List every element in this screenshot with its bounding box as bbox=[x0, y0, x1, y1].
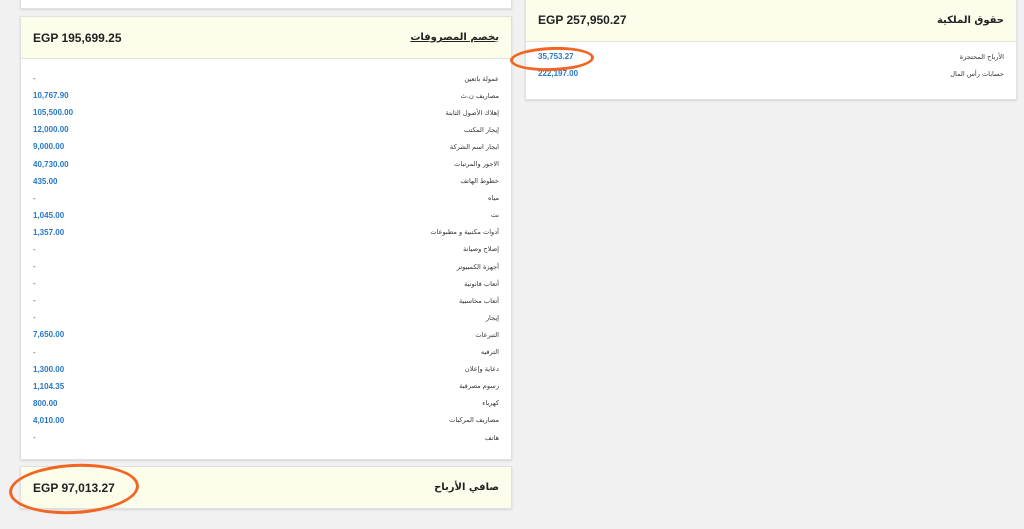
expense-row: - عمولة باتعين bbox=[21, 70, 511, 87]
expense-label: رسوم مصرفية bbox=[459, 382, 499, 391]
expenses-list: - عمولة باتعين 10,767.90 مصاريف ن.ث 105,500.… bbox=[21, 59, 511, 446]
equity-label: حسابات رأس المال bbox=[950, 69, 1004, 78]
expense-amount: - bbox=[33, 193, 36, 203]
equity-title: حقوق الملكية bbox=[936, 14, 1004, 26]
equity-amount-link[interactable]: 222,197.00 bbox=[538, 69, 578, 78]
expense-label: هاتف bbox=[484, 433, 499, 442]
expense-row: 800.00 كهرباء bbox=[21, 395, 511, 412]
equity-label: الأرباح المحتجزة bbox=[959, 52, 1004, 61]
expense-label: مياه bbox=[488, 194, 499, 203]
net-profit-title: صافي الأرباح bbox=[434, 482, 499, 493]
expense-row: 105,500.00 إهلاك الأصول الثابتة bbox=[21, 104, 511, 121]
expense-amount: - bbox=[33, 244, 36, 254]
equity-row: 222,197.00 حسابات رأس المال bbox=[526, 65, 1016, 82]
expense-amount: - bbox=[33, 347, 36, 357]
expense-row: 1,104.35 رسوم مصرفية bbox=[21, 378, 511, 395]
expense-amount: - bbox=[33, 313, 36, 323]
expense-label: الاجور والمرتبات bbox=[454, 160, 499, 169]
expense-amount-link[interactable]: 1,104.35 bbox=[33, 382, 64, 391]
expense-amount: - bbox=[33, 262, 36, 272]
equity-row: 35,753.27 الأرباح المحتجزة bbox=[526, 48, 1016, 65]
expense-row: - هاتف bbox=[21, 429, 511, 446]
equity-header: EGP 257,950.27 حقوق الملكية bbox=[526, 0, 1016, 42]
expense-row: 1,300.00 دعاية وإعلان bbox=[21, 361, 511, 378]
expense-row: 40,730.00 الاجور والمرتبات bbox=[21, 155, 511, 172]
expense-row: 10,767.90 مصاريف ن.ث bbox=[21, 87, 511, 104]
expense-row: - أتعاب قانونية bbox=[21, 275, 511, 292]
expenses-panel: EGP 195,699.25 يخصم المصروفات - عمولة بات… bbox=[20, 16, 512, 460]
expense-row: 435.00 خطوط الهاتف bbox=[21, 173, 511, 190]
expense-amount-link[interactable]: 1,045.00 bbox=[33, 211, 64, 220]
expense-label: إيجار bbox=[485, 313, 499, 322]
expense-row: 12,000.00 إيجار المكتب bbox=[21, 121, 511, 138]
expense-amount-link[interactable]: 1,357.00 bbox=[33, 228, 64, 237]
expenses-total: EGP 195,699.25 bbox=[33, 30, 122, 45]
expense-amount-link[interactable]: 435.00 bbox=[33, 177, 57, 186]
expense-row: - الترفيه bbox=[21, 344, 511, 361]
expense-label: إهلاك الأصول الثابتة bbox=[445, 108, 499, 117]
equity-total: EGP 257,950.27 bbox=[538, 13, 627, 27]
expense-label: التبرعات bbox=[475, 330, 499, 339]
expense-amount-link[interactable]: 9,000.00 bbox=[33, 142, 64, 151]
expense-row: - مياه bbox=[21, 190, 511, 207]
net-profit-header: EGP 97,013.27 صافي الأرباح bbox=[21, 467, 511, 508]
expense-amount-link[interactable]: 800.00 bbox=[33, 399, 57, 408]
expense-label: أتعاب قانونية bbox=[464, 279, 499, 288]
expense-row: 7,650.00 التبرعات bbox=[21, 326, 511, 343]
equity-amount-link[interactable]: 35,753.27 bbox=[538, 52, 574, 61]
expenses-header: EGP 195,699.25 يخصم المصروفات bbox=[21, 17, 511, 59]
expense-label: الترفيه bbox=[480, 348, 499, 357]
previous-panel-bottom bbox=[20, 0, 512, 9]
equity-list: 35,753.27 الأرباح المحتجزة 222,197.00 حسابا… bbox=[526, 42, 1016, 82]
expense-amount-link[interactable]: 7,650.00 bbox=[33, 330, 64, 339]
expense-amount-link[interactable]: 4,010.00 bbox=[33, 416, 64, 425]
expense-amount: - bbox=[33, 433, 36, 443]
expense-row: 1,357.00 أدوات مكتبية و مطبوعات bbox=[21, 224, 511, 241]
expense-label: خطوط الهاتف bbox=[460, 177, 499, 186]
net-profit-total: EGP 97,013.27 bbox=[33, 480, 115, 495]
expense-label: أتعاب محاسبية bbox=[459, 296, 499, 305]
expense-amount-link[interactable]: 40,730.00 bbox=[33, 160, 69, 169]
expense-label: نت bbox=[490, 211, 499, 220]
expense-label: عمولة باتعين bbox=[464, 74, 499, 83]
net-profit-panel: EGP 97,013.27 صافي الأرباح bbox=[20, 466, 512, 509]
expense-amount: - bbox=[33, 296, 36, 306]
expense-label: أدوات مكتبية و مطبوعات bbox=[430, 228, 499, 237]
expense-label: إيجار المكتب bbox=[464, 125, 499, 134]
expenses-title: يخصم المصروفات bbox=[410, 32, 499, 43]
expense-row: - إيجار bbox=[21, 309, 511, 326]
expense-label: مصاريف المركبات bbox=[449, 416, 499, 425]
expense-row: 1,045.00 نت bbox=[21, 207, 511, 224]
expense-amount-link[interactable]: 12,000.00 bbox=[33, 125, 69, 134]
expense-label: دعاية وإعلان bbox=[464, 365, 499, 374]
expense-amount: - bbox=[33, 74, 36, 84]
expense-label: مصاريف ن.ث bbox=[460, 91, 499, 100]
expense-amount-link[interactable]: 105,500.00 bbox=[33, 108, 73, 117]
expense-row: - أجهزة الكمبيوتر bbox=[21, 258, 511, 275]
equity-panel: EGP 257,950.27 حقوق الملكية 35,753.27 الأ… bbox=[525, 0, 1017, 100]
expense-label: إصلاح وصيانة bbox=[463, 245, 499, 254]
expense-label: ايجار اسم الشركة bbox=[449, 142, 499, 151]
expense-row: 9,000.00 ايجار اسم الشركة bbox=[21, 138, 511, 155]
expense-label: كهرباء bbox=[482, 399, 499, 408]
expense-amount: - bbox=[33, 279, 36, 289]
expense-label: أجهزة الكمبيوتر bbox=[456, 262, 499, 271]
expense-row: - أتعاب محاسبية bbox=[21, 292, 511, 309]
expense-amount-link[interactable]: 1,300.00 bbox=[33, 365, 64, 374]
expense-row: 4,010.00 مصاريف المركبات bbox=[21, 412, 511, 429]
expense-amount-link[interactable]: 10,767.90 bbox=[33, 91, 69, 100]
expense-row: - إصلاح وصيانة bbox=[21, 241, 511, 258]
